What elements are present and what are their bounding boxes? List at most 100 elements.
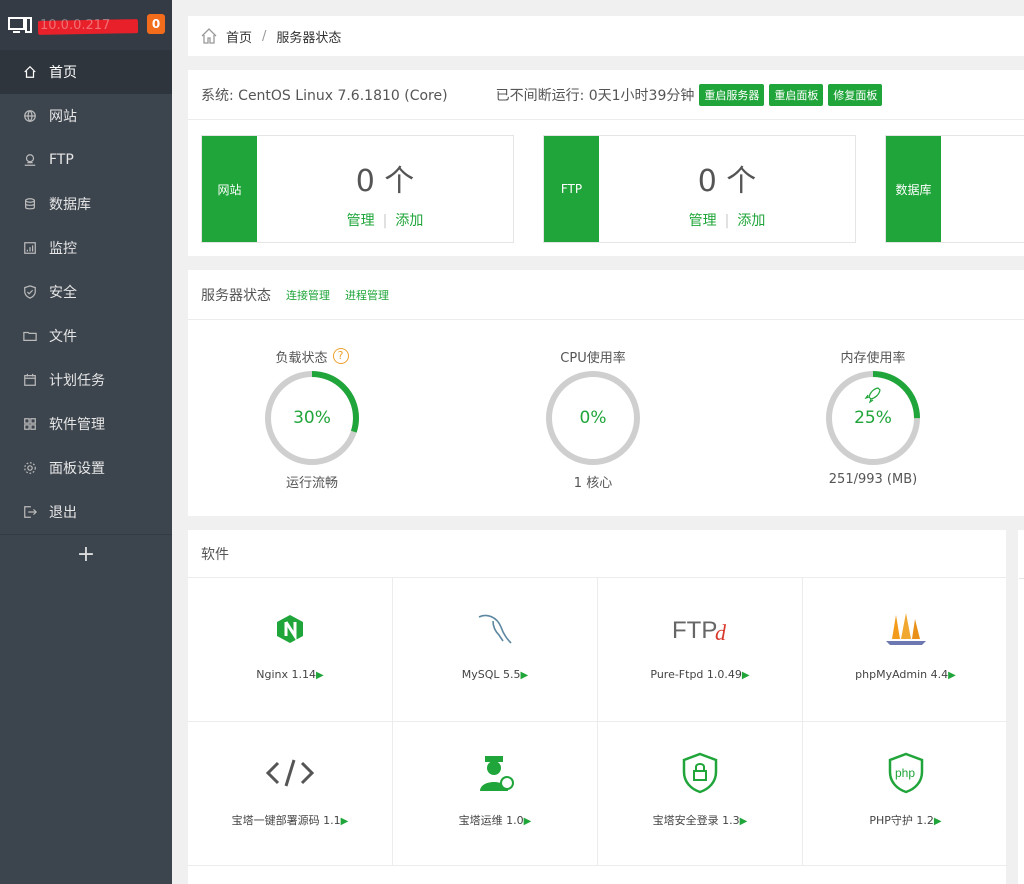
calendar-icon — [22, 372, 38, 388]
system-info-bar: 系统: CentOS Linux 7.6.1810 (Core) 已不间断运行:… — [188, 70, 1024, 120]
software-tile-deploy[interactable]: 宝塔一键部署源码 1.1▶ — [188, 722, 393, 866]
software-tile-nginx[interactable]: Nginx 1.14▶ — [188, 578, 393, 722]
sidebar-item-label: 文件 — [49, 329, 77, 345]
sidebar-item-label: 安全 — [49, 285, 77, 301]
svg-text:FTP: FTP — [672, 617, 717, 644]
gauge-title: 负载状态? — [237, 346, 387, 366]
software-name: Pure-Ftpd 1.0.49▶ — [650, 668, 750, 681]
sidebar-item-security[interactable]: 安全 — [0, 270, 172, 314]
gauge-subtitle: 251/993 (MB) — [828, 472, 918, 487]
sidebar-item-home[interactable]: 首页 — [0, 50, 172, 94]
help-icon[interactable]: ? — [332, 348, 349, 364]
software-name: MySQL 5.5▶ — [461, 668, 529, 681]
breadcrumb-home[interactable]: 首页 — [226, 27, 252, 46]
restart-panel-button[interactable]: 重启面板 — [769, 83, 824, 106]
ftp-icon — [22, 152, 38, 168]
sidebar-header: 10.0.0.217 0 — [0, 0, 172, 50]
stat-tag: 数据库 — [886, 136, 941, 242]
php-shield-icon: php — [803, 752, 1008, 794]
stat-count: 0 个 — [697, 164, 757, 199]
software-tile-phpmyadmin[interactable]: phpMyAdmin 4.4▶ — [803, 578, 1008, 722]
database-icon — [22, 196, 38, 212]
svg-text:php: php — [895, 766, 915, 780]
rocket-icon[interactable] — [864, 386, 882, 404]
shield-lock-icon — [598, 752, 802, 794]
software-name: phpMyAdmin 4.4▶ — [855, 668, 956, 681]
process-manage-link[interactable]: 进程管理 — [345, 287, 389, 303]
sidebar-item-label: 监控 — [49, 241, 77, 257]
add-link[interactable]: 添加 — [395, 213, 423, 229]
gauge-value: 0% — [579, 408, 607, 428]
software-name: Nginx 1.14▶ — [256, 668, 324, 681]
gauge-title: 内存使用率 — [840, 350, 906, 366]
sidebar-item-logout[interactable]: 退出 — [0, 490, 172, 534]
software-tile-ops[interactable]: 宝塔运维 1.0▶ — [393, 722, 598, 866]
sidebar-item-label: 数据库 — [49, 197, 91, 213]
stat-links: 管理 | 添加 — [688, 213, 766, 229]
software-name: 宝塔运维 1.0▶ — [458, 814, 532, 827]
breadcrumb-separator: / — [262, 28, 267, 44]
software-tile-mysql[interactable]: MySQL 5.5▶ — [393, 578, 598, 722]
shield-icon — [22, 284, 38, 300]
sidebar-item-settings[interactable]: 面板设置 — [0, 446, 172, 490]
software-tile-php-guard[interactable]: php PHP守护 1.2▶ — [803, 722, 1008, 866]
software-name: 宝塔一键部署源码 1.1▶ — [231, 814, 349, 827]
add-shortcut-button[interactable]: + — [0, 534, 172, 576]
repair-panel-button[interactable]: 修复面板 — [828, 83, 883, 106]
home-icon[interactable] — [200, 27, 218, 45]
website-count-box: 网站 0 个 管理 | 添加 — [201, 135, 514, 243]
uptime-info: 已不间断运行: 0天1小时39分钟 — [495, 87, 695, 104]
manage-link[interactable]: 管理 — [347, 213, 375, 229]
home-icon — [22, 64, 38, 80]
code-brackets-icon — [188, 752, 392, 794]
software-title: 软件 — [188, 530, 1006, 578]
gear-icon — [22, 460, 38, 476]
sidebar-item-database[interactable]: 数据库 — [0, 182, 172, 226]
sidebar-item-monitor[interactable]: 监控 — [0, 226, 172, 270]
logout-icon — [22, 504, 38, 520]
ftp-count-box: FTP 0 个 管理 | 添加 — [543, 135, 856, 243]
system-overview-card: 系统: CentOS Linux 7.6.1810 (Core) 已不间断运行:… — [188, 70, 1024, 256]
sidebar-item-cron[interactable]: 计划任务 — [0, 358, 172, 402]
grid-apps-icon — [22, 416, 38, 432]
sidebar-menu: 首页 网站 FTP 数据库 监控 安全 文件 计划任务 软件管理 面板设置 退出 — [0, 50, 172, 534]
mysql-dolphin-icon — [393, 608, 597, 650]
sidebar-item-ftp[interactable]: FTP — [0, 138, 172, 182]
sidebar-item-label: FTP — [49, 152, 74, 168]
globe-icon — [22, 108, 38, 124]
software-tile-pure-ftpd[interactable]: FTP d Pure-Ftpd 1.0.49▶ — [598, 578, 803, 722]
restart-server-button[interactable]: 重启服务器 — [699, 83, 765, 106]
breadcrumb-current: 服务器状态 — [276, 30, 342, 46]
load-gauge[interactable]: 负载状态? 30% 运行流畅 — [237, 346, 387, 491]
sidebar-item-label: 计划任务 — [49, 373, 105, 389]
server-monitor-icon — [8, 17, 32, 33]
phpmyadmin-sailboat-icon — [803, 608, 1008, 650]
server-status-header: 服务器状态 连接管理 进程管理 — [188, 270, 1024, 320]
sidebar-item-label: 首页 — [49, 65, 77, 81]
svg-text:d: d — [715, 620, 727, 645]
right-panel-edge — [1018, 530, 1024, 884]
add-link[interactable]: 添加 — [737, 213, 765, 229]
sidebar-item-files[interactable]: 文件 — [0, 314, 172, 358]
stat-tag: 网站 — [202, 136, 257, 242]
memory-gauge[interactable]: 内存使用率 25% 251/993 (MB) — [798, 346, 948, 487]
cpu-gauge[interactable]: CPU使用率 0% 1 核心 — [518, 346, 668, 491]
software-tile-secure-login[interactable]: 宝塔安全登录 1.3▶ — [598, 722, 803, 866]
server-status-title: 服务器状态 — [201, 287, 271, 304]
server-host: 10.0.0.217 — [37, 18, 139, 35]
connection-manage-link[interactable]: 连接管理 — [286, 287, 330, 303]
gauge-subtitle: 运行流畅 — [285, 476, 338, 491]
gauge-value: 30% — [293, 408, 331, 428]
message-count-badge[interactable]: 0 — [147, 14, 165, 34]
stat-count: 0 个 — [355, 164, 415, 199]
folder-icon — [22, 328, 38, 344]
sidebar-item-label: 网站 — [49, 109, 77, 125]
manage-link[interactable]: 管理 — [689, 213, 717, 229]
software-card: 软件 Nginx 1.14▶ MySQL 5.5▶ FTP d Pure-Ftpd… — [188, 530, 1008, 884]
sidebar-item-website[interactable]: 网站 — [0, 94, 172, 138]
software-name: 宝塔安全登录 1.3▶ — [652, 814, 748, 827]
software-name: PHP守护 1.2▶ — [869, 814, 942, 827]
sidebar-item-software[interactable]: 软件管理 — [0, 402, 172, 446]
stat-tag: FTP — [544, 136, 599, 242]
sidebar-item-label: 软件管理 — [49, 417, 105, 433]
